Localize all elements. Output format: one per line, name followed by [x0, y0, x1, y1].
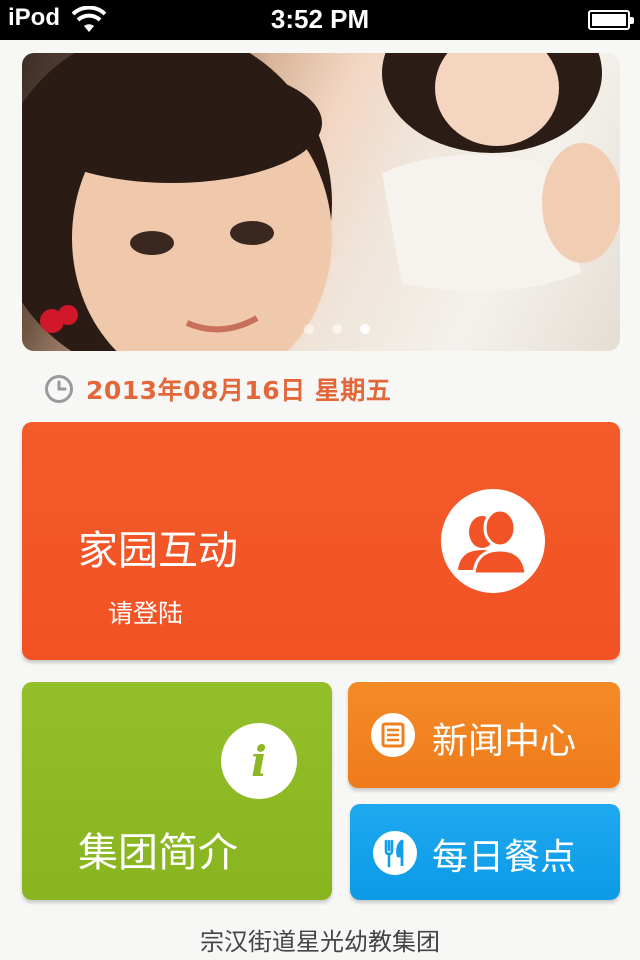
current-date: 2013年08月16日 星期五: [86, 376, 392, 405]
user-icon: [441, 489, 545, 593]
banner-photo: [22, 53, 620, 351]
login-link[interactable]: 请登陆: [108, 594, 183, 630]
app-screen: 2013年08月16日 星期五 家园互动 请登陆 i 集团简介 新闻中心 每日餐…: [0, 40, 640, 960]
status-bar: iPod 3:52 PM: [0, 0, 640, 40]
news-center-tile[interactable]: 新闻中心: [348, 682, 620, 788]
home-interaction-title: 家园互动: [78, 528, 238, 574]
date-row: 2013年08月16日 星期五: [44, 373, 391, 405]
battery-icon: [588, 10, 634, 30]
daily-meal-title: 每日餐点: [432, 837, 577, 878]
home-interaction-tile[interactable]: 家园互动 请登陆: [22, 422, 620, 660]
news-icon: [371, 713, 415, 757]
carousel-dot[interactable]: [304, 324, 314, 334]
carousel-dots: [304, 324, 370, 334]
status-time: 3:52 PM: [270, 4, 370, 34]
group-intro-title: 集团简介: [78, 830, 238, 876]
clock-icon: [45, 375, 73, 403]
group-intro-tile[interactable]: i 集团简介: [22, 682, 332, 900]
carousel-dot-active[interactable]: [360, 324, 370, 334]
news-center-title: 新闻中心: [432, 721, 577, 762]
carousel-dot[interactable]: [332, 324, 342, 334]
fork-knife-icon: [373, 831, 417, 875]
svg-text:i: i: [251, 737, 267, 786]
info-icon: i: [221, 723, 297, 799]
photo-carousel[interactable]: [22, 53, 620, 351]
footer-organization: 宗汉街道星光幼教集团: [200, 928, 440, 956]
daily-meal-tile[interactable]: 每日餐点: [350, 804, 620, 900]
